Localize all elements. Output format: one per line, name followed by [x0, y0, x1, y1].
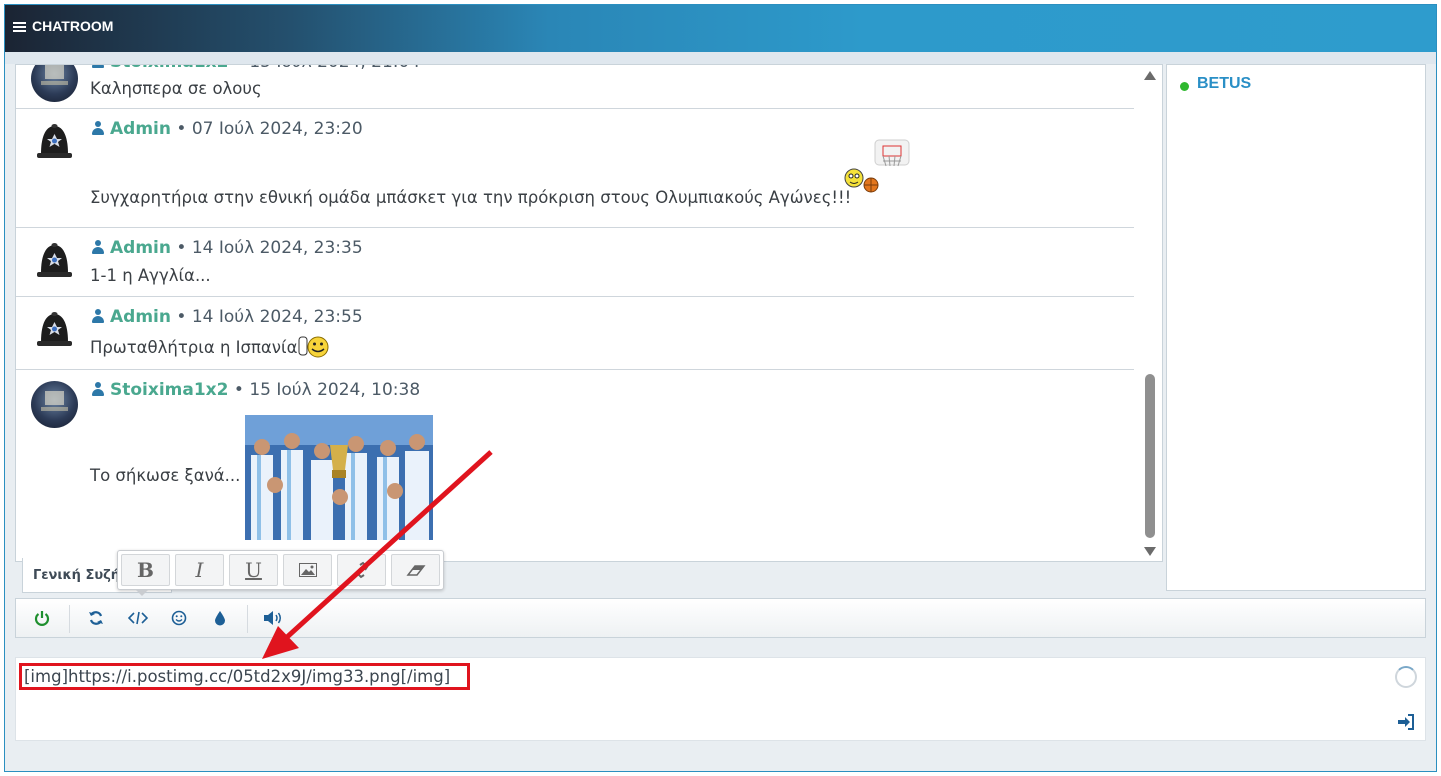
scroll-down-arrow-icon[interactable] — [1144, 547, 1156, 556]
message-timestamp: • 15 Ιούλ 2024, 10:38 — [233, 380, 421, 400]
message-timestamp: • 07 Ιούλ 2024, 23:20 — [176, 119, 363, 139]
message-timestamp: • 14 Ιούλ 2024, 23:55 — [176, 307, 363, 327]
droplet-icon — [215, 611, 225, 626]
thumbs-up-smiley-icon — [298, 336, 329, 358]
messages-scrollbar[interactable] — [1139, 65, 1161, 561]
avatar-image-icon — [41, 391, 68, 411]
message-item: Admin • 07 Ιούλ 2024, 23:20 Συγχαρητήρια… — [16, 109, 1134, 228]
link-icon — [355, 561, 368, 579]
message-username[interactable]: Admin — [110, 119, 171, 139]
police-helmet-icon — [37, 243, 72, 277]
police-helmet-icon — [37, 312, 72, 346]
bbcode-button[interactable] — [127, 607, 149, 629]
message-text: Πρωταθλήτρια η Ισπανία — [90, 338, 298, 357]
underline-button[interactable]: U — [229, 554, 278, 586]
emoji-button[interactable] — [168, 607, 190, 629]
chatroom-title: CHATROOM — [32, 18, 114, 34]
user-icon — [92, 65, 104, 68]
avatar[interactable] — [31, 120, 78, 167]
user-icon — [92, 382, 104, 396]
format-toolbar-popup: B I U — [117, 550, 444, 590]
code-icon — [128, 611, 148, 625]
user-icon — [92, 240, 104, 254]
message-text: Συγχαρητήρια στην εθνική ομάδα μπάσκετ γ… — [90, 188, 852, 207]
basketball-smiley-icon — [844, 139, 910, 193]
chatroom-header: CHATROOM — [5, 5, 1436, 52]
volume-icon — [264, 611, 281, 625]
message-username[interactable]: Stoixima1x2 — [110, 380, 228, 400]
online-users-panel: BETUS — [1166, 64, 1426, 591]
scroll-up-arrow-icon[interactable] — [1144, 71, 1156, 80]
sound-button[interactable] — [262, 607, 284, 629]
list-icon — [13, 21, 26, 32]
insert-link-button[interactable] — [337, 554, 386, 586]
message-username[interactable]: Admin — [110, 238, 171, 258]
message-username[interactable]: Admin — [110, 307, 171, 327]
refresh-icon — [89, 611, 103, 625]
avatar[interactable] — [31, 239, 78, 286]
online-user-name[interactable]: BETUS — [1197, 75, 1251, 93]
color-button[interactable] — [209, 607, 231, 629]
scrollbar-thumb[interactable] — [1145, 374, 1155, 538]
message-text: Το σήκωσε ξανά... — [90, 466, 241, 485]
bold-button[interactable]: B — [121, 554, 170, 586]
clear-format-button[interactable] — [391, 554, 440, 586]
avatar[interactable] — [31, 65, 78, 102]
avatar-image-icon — [41, 65, 68, 85]
police-helmet-icon — [37, 124, 72, 158]
message-username[interactable]: Stoixima1x2 — [110, 65, 228, 72]
sign-in-icon — [1398, 714, 1414, 730]
smiley-icon — [171, 610, 187, 626]
italic-button[interactable]: I — [175, 554, 224, 586]
avatar[interactable] — [31, 308, 78, 355]
loading-spinner-icon — [1395, 666, 1417, 688]
power-icon — [34, 611, 50, 626]
refresh-button[interactable] — [85, 607, 107, 629]
user-icon — [92, 309, 104, 323]
user-icon — [92, 121, 104, 135]
message-list: Stoixima1x2 • 15 Ιούλ 2024, 21:04 Καλησπ… — [16, 65, 1134, 560]
insert-image-button[interactable] — [283, 554, 332, 586]
message-timestamp: • 14 Ιούλ 2024, 23:35 — [176, 238, 363, 258]
team-celebration-photo[interactable] — [245, 415, 433, 540]
message-item: Stoixima1x2 • 15 Ιούλ 2024, 21:04 Καλησπ… — [16, 65, 1134, 109]
annotation-highlight-box — [19, 663, 470, 690]
power-button[interactable] — [31, 607, 53, 629]
message-text: 1-1 η Αγγλία... — [90, 266, 211, 285]
message-item: Admin • 14 Ιούλ 2024, 23:55 Πρωταθλήτρια… — [16, 297, 1134, 370]
online-status-dot-icon — [1180, 82, 1189, 91]
eraser-icon — [405, 565, 426, 576]
message-input[interactable]: [img]https://i.postimg.cc/05td2x9J/img33… — [15, 657, 1426, 741]
message-item: Stoixima1x2 • 15 Ιούλ 2024, 10:38 Το σήκ… — [16, 370, 1134, 560]
send-button[interactable] — [1397, 714, 1415, 730]
message-item: Admin • 14 Ιούλ 2024, 23:35 1-1 η Αγγλία… — [16, 228, 1134, 297]
chat-toolbar — [15, 598, 1426, 638]
image-icon — [298, 563, 317, 577]
chatroom-frame: CHATROOM Stoixima1x2 • 15 Ιούλ 2024, 21:… — [4, 4, 1437, 772]
message-timestamp: • 15 Ιούλ 2024, 21:04 — [234, 65, 420, 72]
avatar[interactable] — [31, 381, 78, 428]
messages-panel[interactable]: Stoixima1x2 • 15 Ιούλ 2024, 21:04 Καλησπ… — [15, 64, 1163, 562]
message-text: Καλησπερα σε ολους — [90, 79, 262, 98]
